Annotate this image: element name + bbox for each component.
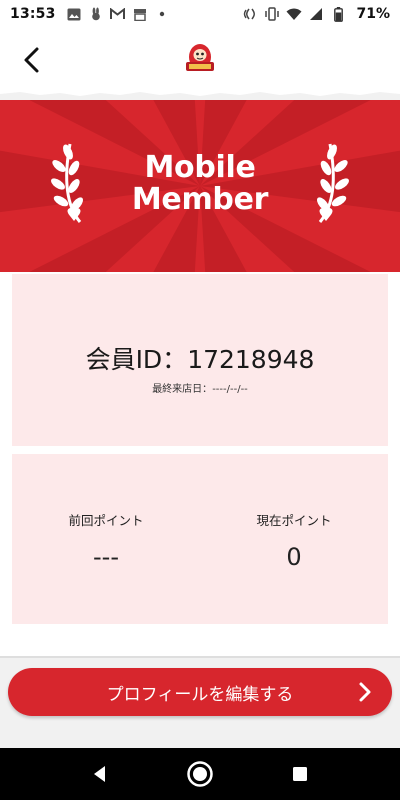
last-visit-line: 最終来店日：----/--/-- bbox=[12, 380, 388, 395]
vibrate-icon bbox=[264, 7, 280, 21]
chevron-left-icon bbox=[24, 47, 39, 73]
divider bbox=[0, 656, 400, 658]
banner-title-line1: Mobile bbox=[144, 150, 256, 185]
status-time: 13:53 bbox=[10, 6, 56, 22]
member-id-line: 会員ID：17218948 bbox=[12, 340, 388, 376]
last-visit-value: ----/--/-- bbox=[212, 384, 248, 395]
points-card: 前回ポイント --- 現在ポイント 0 bbox=[12, 454, 388, 624]
status-right-group: 71% bbox=[242, 6, 390, 22]
back-button[interactable] bbox=[14, 42, 50, 78]
nav-back-icon[interactable] bbox=[86, 760, 114, 788]
wifi-icon bbox=[286, 7, 302, 21]
battery-icon bbox=[330, 6, 346, 22]
nfc-icon bbox=[242, 7, 258, 21]
edit-profile-label: プロフィールを編集する bbox=[106, 684, 294, 705]
edit-profile-button[interactable]: プロフィールを編集する bbox=[8, 668, 392, 716]
torn-paper-edge bbox=[0, 88, 400, 96]
banner-title: Mobile Member bbox=[0, 152, 400, 216]
rabbit-app-icon bbox=[88, 7, 104, 21]
previous-points-value: --- bbox=[93, 543, 119, 571]
app-header bbox=[0, 28, 400, 90]
gmail-icon bbox=[110, 7, 126, 21]
daruma-logo-icon bbox=[180, 40, 220, 76]
chevron-right-icon bbox=[359, 682, 371, 702]
previous-points-label: 前回ポイント bbox=[68, 513, 144, 528]
nav-home-icon[interactable] bbox=[186, 760, 214, 788]
member-id-card: 会員ID：17218948 最終来店日：----/--/-- bbox=[12, 274, 388, 446]
member-id-label: 会員ID： bbox=[85, 345, 188, 374]
last-visit-label: 最終来店日： bbox=[152, 384, 213, 395]
member-content: 会員ID：17218948 最終来店日：----/--/-- 前回ポイント --… bbox=[0, 272, 400, 658]
image-icon bbox=[66, 7, 82, 21]
current-points-label: 現在ポイント bbox=[256, 513, 332, 528]
signal-icon bbox=[308, 7, 324, 21]
member-banner: Mobile Member bbox=[0, 100, 400, 272]
system-nav-bar bbox=[0, 748, 400, 800]
previous-points: 前回ポイント --- bbox=[12, 510, 200, 571]
status-bar: 13:53 71% bbox=[0, 0, 400, 28]
banner-title-line2: Member bbox=[131, 182, 269, 217]
nav-recents-icon[interactable] bbox=[286, 760, 314, 788]
current-points-value: 0 bbox=[286, 543, 302, 571]
battery-percent: 71% bbox=[356, 6, 390, 22]
dot-icon bbox=[154, 7, 170, 21]
store-icon bbox=[132, 7, 148, 21]
member-id-value: 17218948 bbox=[187, 345, 315, 374]
current-points: 現在ポイント 0 bbox=[200, 510, 388, 571]
